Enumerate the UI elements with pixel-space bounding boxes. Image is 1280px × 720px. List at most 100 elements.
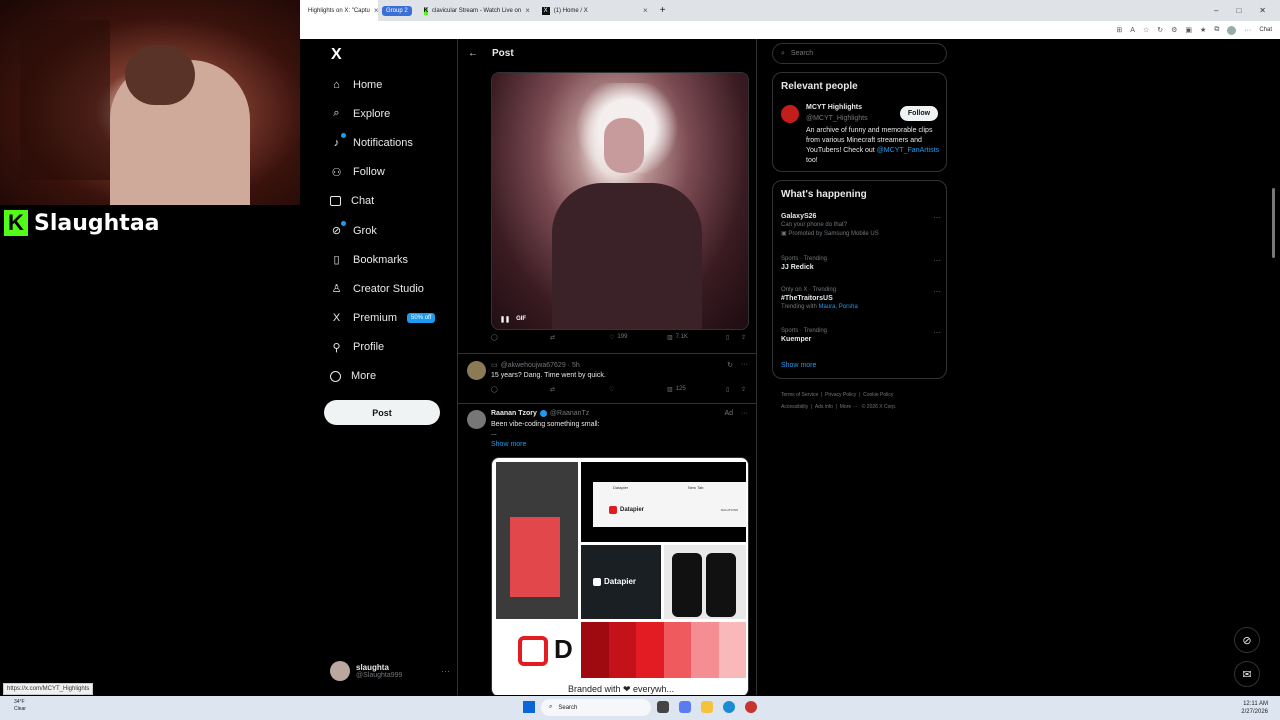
tab-group-badge[interactable]: Group 2	[382, 5, 412, 16]
pause-icon[interactable]: ❚❚	[500, 316, 510, 323]
show-more-link[interactable]: Show more	[781, 362, 816, 369]
windows-start-icon[interactable]	[523, 701, 535, 713]
taskbar-search[interactable]: ⌕ Search	[541, 699, 651, 716]
more-dots-icon[interactable]: ···	[741, 410, 748, 417]
mcyt-name[interactable]: MCYT Highlights	[806, 104, 862, 111]
like-button[interactable]: ♡ 199	[609, 334, 627, 341]
footer-link[interactable]: More ···	[840, 404, 858, 410]
trend-item[interactable]: Sports · Trending JJ Redick ···	[781, 256, 941, 271]
nav-follow[interactable]: ⚇ Follow	[330, 158, 435, 187]
copilot-chat-button[interactable]: Chat	[1259, 27, 1272, 33]
grok-icon[interactable]: ↻	[727, 361, 733, 369]
weather-widget[interactable]: 34°F Clear	[14, 699, 26, 713]
page-scrollbar[interactable]	[1272, 188, 1275, 258]
retweet-icon[interactable]: ⇄	[550, 334, 555, 341]
ad-author-handle[interactable]: @RaananTz	[550, 410, 589, 417]
reply-tweet[interactable]: ▭ @akwehoujwa67629 · 5h ↻ ··· 15 years? …	[458, 353, 756, 403]
profile-avatar[interactable]	[1227, 25, 1237, 35]
footer-link[interactable]: Cookie Policy	[863, 392, 893, 398]
search-input[interactable]: ⌕ Search	[772, 43, 947, 64]
maximize-icon[interactable]: □	[1236, 6, 1241, 15]
close-tab-icon[interactable]: ×	[525, 6, 530, 15]
file-explorer-icon[interactable]	[701, 701, 713, 713]
back-arrow-icon[interactable]: ←	[468, 48, 478, 59]
reply-menu: ↻ ···	[727, 361, 748, 369]
footer-link[interactable]: Ads info	[815, 404, 833, 410]
more-dots-icon[interactable]: ···	[933, 287, 941, 296]
nav-creator-studio[interactable]: ♙ Creator Studio	[330, 274, 435, 303]
reply-icon[interactable]: ◯	[491, 386, 498, 393]
ad-author-name[interactable]: Raanan Tzory	[491, 410, 537, 417]
more-dots-icon[interactable]: ···	[933, 256, 941, 265]
reply-avatar[interactable]	[467, 361, 486, 380]
more-dots-icon[interactable]: ···	[933, 328, 941, 337]
premium-discount-badge: 50% off	[407, 313, 436, 324]
follow-button[interactable]: Follow	[900, 106, 938, 121]
favorite-star-icon[interactable]: ☆	[1143, 26, 1149, 34]
mcyt-handle[interactable]: @MCYT_Highlights	[806, 115, 868, 122]
chrome-browser-icon[interactable]	[745, 701, 757, 713]
browser-tab-active[interactable]: Highlights on X: "Captu ×	[300, 0, 378, 21]
reader-icon[interactable]: A	[1130, 27, 1135, 34]
refresh-icon[interactable]: ↻	[1157, 26, 1163, 34]
x-logo[interactable]: X	[331, 46, 342, 64]
gif-media[interactable]: ❚❚ GIF	[491, 72, 749, 330]
grok-fab-button[interactable]: ⊘	[1234, 627, 1260, 653]
views-button[interactable]: ▥ 7.1K	[667, 334, 688, 341]
collections-icon[interactable]: ⧉	[1214, 26, 1219, 34]
views-button[interactable]: ▥ 125	[667, 386, 686, 393]
minimize-icon[interactable]: –	[1214, 6, 1218, 15]
menu-dots-icon[interactable]: ···	[1244, 27, 1251, 34]
close-tab-icon[interactable]: ×	[643, 6, 648, 15]
post-button[interactable]: Post	[324, 400, 440, 425]
system-clock[interactable]: 12:11 AM 2/27/2026	[1241, 700, 1268, 716]
ad-media-grid[interactable]: Datapier New Tab Datapier SOLUTIONS Data…	[491, 457, 749, 695]
more-dots-icon[interactable]: ···	[741, 361, 748, 369]
retweet-icon[interactable]: ⇄	[550, 386, 555, 393]
nav-more[interactable]: More	[330, 362, 435, 391]
bookmark-icon[interactable]: ▯	[726, 386, 729, 393]
nav-chat[interactable]: Chat	[330, 187, 435, 216]
trend-item[interactable]: Only on X · Trending #TheTraitorsUS Tren…	[781, 287, 941, 310]
close-window-icon[interactable]: ✕	[1259, 6, 1266, 15]
edge-browser-icon[interactable]	[723, 701, 735, 713]
mcyt-avatar[interactable]	[781, 105, 799, 123]
nav-profile[interactable]: ⚲ Profile	[330, 333, 435, 362]
favorites-icon[interactable]: ★	[1200, 26, 1206, 34]
footer-link[interactable]: Privacy Policy	[825, 392, 856, 398]
app-icon[interactable]	[679, 701, 691, 713]
messages-fab-button[interactable]: ✉	[1234, 661, 1260, 687]
extensions-icon[interactable]: ⚙	[1171, 26, 1177, 34]
nav-explore[interactable]: ⌕ Explore	[330, 99, 435, 128]
show-more-link[interactable]: Show more	[491, 441, 526, 448]
browser-tab-x-home[interactable]: X (1) Home / X ×	[534, 0, 656, 21]
trending-with-links[interactable]: Maura, Porsha	[818, 304, 857, 310]
browser-tab-kick[interactable]: K clavicular Stream - Watch Live on ×	[416, 0, 534, 21]
more-dots-icon[interactable]: ···	[441, 666, 450, 676]
new-tab-button[interactable]: +	[656, 5, 666, 16]
reply-icon[interactable]: ◯	[491, 334, 498, 341]
share-icon[interactable]: ⇪	[741, 386, 746, 393]
ad-avatar[interactable]	[467, 410, 486, 429]
nav-bookmarks[interactable]: ▯ Bookmarks	[330, 245, 435, 274]
account-switcher[interactable]: slaughta @Slaughta999 ···	[330, 661, 450, 681]
share-icon[interactable]: ⇪	[741, 334, 746, 341]
nav-premium[interactable]: X Premium 50% off	[330, 304, 436, 333]
like-icon[interactable]: ♡	[609, 386, 614, 393]
nav-grok[interactable]: ⊘ Grok	[330, 216, 435, 245]
close-tab-icon[interactable]: ×	[374, 6, 378, 15]
reply-handle[interactable]: @akwehoujwa67629 · 5h	[501, 362, 580, 369]
trend-meta: Sports · Trending	[781, 328, 828, 334]
trend-item[interactable]: Sports · Trending Kuemper ···	[781, 328, 941, 343]
footer-link[interactable]: Terms of Service	[781, 392, 818, 398]
more-dots-icon[interactable]: ···	[933, 213, 941, 222]
taskview-icon[interactable]	[657, 701, 669, 713]
split-screen-icon[interactable]: ▣	[1185, 26, 1192, 34]
apps-icon[interactable]: ⊞	[1116, 26, 1122, 34]
bookmark-icon[interactable]: ▯	[726, 334, 729, 341]
bio-link[interactable]: @MCYT_FanArtists	[877, 147, 939, 154]
trend-item[interactable]: GalaxyS26 Can your phone do that? ▣ Prom…	[781, 213, 941, 237]
nav-home[interactable]: ⌂ Home	[330, 70, 435, 99]
nav-notifications[interactable]: ♪ Notifications	[330, 128, 435, 157]
footer-link[interactable]: Accessibility	[781, 404, 808, 410]
